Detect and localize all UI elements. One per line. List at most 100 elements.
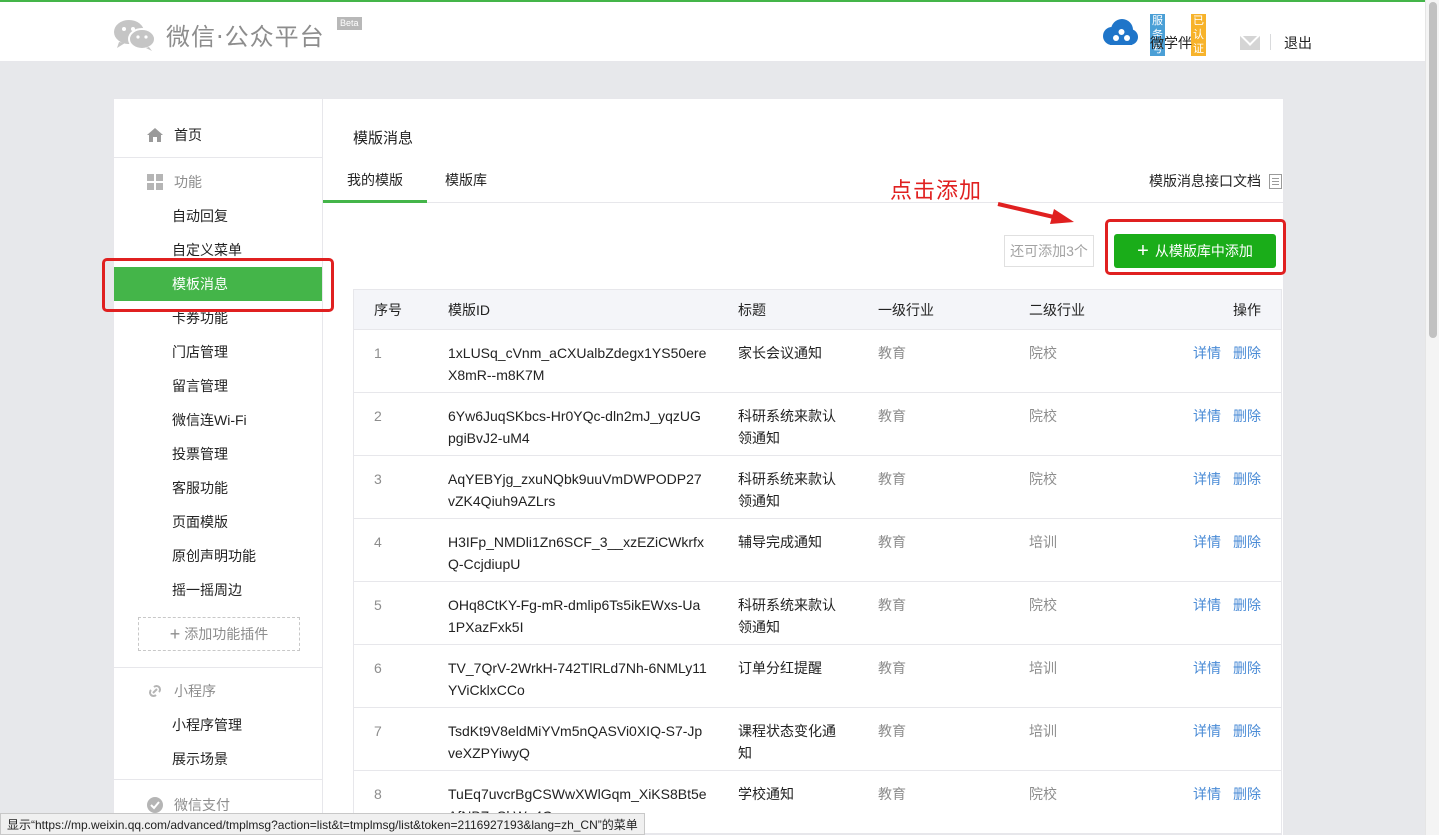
- sidebar-group-functions: 功能: [114, 166, 322, 198]
- link-icon: [146, 682, 164, 700]
- divider: [1270, 34, 1271, 50]
- table-body: 1 1xLUSq_cVnm_aCXUalbZdegx1YS50ereX8mR--m…: [354, 330, 1281, 834]
- cell-template-id: TsdKt9V8eldMiYVm5nQASVi0XIQ-S7-JpveXZPYi…: [448, 723, 703, 761]
- cell-industry1: 教育: [878, 408, 906, 424]
- logout-link[interactable]: 退出: [1284, 33, 1312, 53]
- scrollbar-thumb[interactable]: [1429, 2, 1437, 338]
- verified-badge: 已认证: [1191, 14, 1206, 56]
- sidebar-item-original-claim[interactable]: 原创声明功能: [114, 539, 322, 573]
- delete-link[interactable]: 删除: [1233, 408, 1261, 424]
- cell-title: 订单分红提醒: [738, 660, 822, 676]
- cell-no: 4: [374, 534, 382, 550]
- cell-industry1: 教育: [878, 345, 906, 361]
- cell-industry2: 培训: [1029, 534, 1057, 550]
- delete-link[interactable]: 删除: [1233, 534, 1261, 550]
- cell-industry2: 院校: [1029, 408, 1057, 424]
- cell-industry1: 教育: [878, 471, 906, 487]
- cell-template-id: AqYEBYjg_zxuNQbk9uuVmDWPODP27vZK4Qiuh9AZ…: [448, 471, 702, 509]
- account-name[interactable]: 微学伴: [1150, 33, 1192, 53]
- template-table: 序号 模版ID 标题 一级行业 二级行业 操作 1 1xLUSq_cVnm_aCX…: [353, 289, 1282, 835]
- sidebar-item-wifi[interactable]: 微信连Wi-Fi: [114, 403, 322, 437]
- detail-link[interactable]: 详情: [1193, 786, 1221, 802]
- sidebar-item-scenes[interactable]: 展示场景: [114, 742, 322, 776]
- cell-template-id: H3IFp_NMDli1Zn6SCF_3__xzEZiCWkrfxQ-Ccjdi…: [448, 534, 704, 572]
- cell-industry2: 院校: [1029, 786, 1057, 802]
- table-row: 1 1xLUSq_cVnm_aCXUalbZdegx1YS50ereX8mR--m…: [354, 330, 1281, 393]
- cell-industry2: 院校: [1029, 345, 1057, 361]
- sidebar-item-stores[interactable]: 门店管理: [114, 335, 322, 369]
- remaining-count: 还可添加3个: [1004, 235, 1094, 267]
- delete-link[interactable]: 删除: [1233, 723, 1261, 739]
- detail-link[interactable]: 详情: [1193, 723, 1221, 739]
- detail-link[interactable]: 详情: [1193, 471, 1221, 487]
- cell-no: 2: [374, 408, 382, 424]
- add-plugin-label: 添加功能插件: [184, 626, 269, 642]
- cell-industry2: 院校: [1029, 471, 1057, 487]
- cell-industry1: 教育: [878, 723, 906, 739]
- cell-actions: 详情 删除: [1181, 657, 1261, 679]
- cell-title: 科研系统来款认领通知: [738, 408, 836, 446]
- cell-title: 课程状态变化通知: [738, 723, 836, 761]
- cell-title: 家长会议通知: [738, 345, 822, 361]
- sidebar-group-label: 小程序: [174, 683, 216, 699]
- column-header-title: 标题: [738, 302, 766, 318]
- table-row: 3 AqYEBYjg_zxuNQbk9uuVmDWPODP27vZK4Qiuh9A…: [354, 456, 1281, 519]
- sidebar-item-page-templates[interactable]: 页面模版: [114, 505, 322, 539]
- add-plugin-button[interactable]: + 添加功能插件: [138, 617, 300, 651]
- detail-link[interactable]: 详情: [1193, 597, 1221, 613]
- table-header: 序号 模版ID 标题 一级行业 二级行业 操作: [354, 290, 1281, 330]
- delete-link[interactable]: 删除: [1233, 786, 1261, 802]
- table-row: 2 6Yw6JuqSKbcs-Hr0YQc-dln2mJ_yqzUGpgiBvJ2…: [354, 393, 1281, 456]
- sidebar-item-shake[interactable]: 摇一摇周边: [114, 573, 322, 607]
- cell-actions: 详情 删除: [1181, 531, 1261, 553]
- delete-link[interactable]: 删除: [1233, 471, 1261, 487]
- plus-icon: +: [169, 623, 181, 644]
- sidebar-item-auto-reply[interactable]: 自动回复: [114, 199, 322, 233]
- sidebar-item-home[interactable]: 首页: [114, 117, 322, 153]
- cell-template-id: TV_7QrV-2WrkH-742TlRLd7Nh-6NMLy11YViCklx…: [448, 660, 707, 698]
- cell-actions: 详情 删除: [1181, 594, 1261, 616]
- home-icon: [146, 126, 164, 144]
- delete-link[interactable]: 删除: [1233, 597, 1261, 613]
- scrollbar[interactable]: [1425, 0, 1439, 835]
- sidebar: 首页 功能 自动回复 自定义菜单 模板消息 卡券功能 门店管理 留言管理 微信连…: [114, 99, 323, 835]
- table-row: 5 OHq8CtKY-Fg-mR-dmlip6Ts5ikEWxs-Ua1PXazF…: [354, 582, 1281, 645]
- cell-template-id: 6Yw6JuqSKbcs-Hr0YQc-dln2mJ_yqzUGpgiBvJ2-…: [448, 408, 701, 446]
- detail-link[interactable]: 详情: [1193, 408, 1221, 424]
- annotation-box-add-button: [1105, 219, 1286, 275]
- cell-actions: 详情 删除: [1181, 720, 1261, 742]
- annotation-box-sidebar: [102, 258, 334, 312]
- delete-link[interactable]: 删除: [1233, 345, 1261, 361]
- cell-title: 辅导完成通知: [738, 534, 822, 550]
- sidebar-item-comments[interactable]: 留言管理: [114, 369, 322, 403]
- column-header-industry1: 一级行业: [878, 302, 934, 318]
- sidebar-group-miniprogram: 小程序: [114, 675, 322, 707]
- cell-template-id: 1xLUSq_cVnm_aCXUalbZdegx1YS50ereX8mR--m8…: [448, 345, 707, 383]
- beta-badge: Beta: [337, 17, 362, 30]
- sidebar-item-votes[interactable]: 投票管理: [114, 437, 322, 471]
- cell-industry1: 教育: [878, 786, 906, 802]
- tab-my-templates[interactable]: 我的模版: [323, 163, 427, 203]
- cell-industry2: 院校: [1029, 597, 1057, 613]
- detail-link[interactable]: 详情: [1193, 534, 1221, 550]
- mail-icon[interactable]: [1240, 36, 1260, 50]
- divider: [114, 667, 322, 668]
- divider: [114, 157, 322, 158]
- delete-link[interactable]: 删除: [1233, 660, 1261, 676]
- detail-link[interactable]: 详情: [1193, 345, 1221, 361]
- cell-title: 科研系统来款认领通知: [738, 597, 836, 635]
- sidebar-item-miniprogram-manage[interactable]: 小程序管理: [114, 708, 322, 742]
- cell-no: 1: [374, 345, 382, 361]
- sidebar-group-label: 功能: [174, 174, 202, 190]
- detail-link[interactable]: 详情: [1193, 660, 1221, 676]
- wechat-pay-icon: [146, 796, 164, 814]
- logo-text: 微信·公众平台: [166, 23, 325, 51]
- api-doc-link[interactable]: 模版消息接口文档: [1149, 171, 1282, 191]
- wechat-logo[interactable]: 微信·公众平台: [112, 17, 325, 52]
- cell-template-id: OHq8CtKY-Fg-mR-dmlip6Ts5ikEWxs-Ua1PXazFx…: [448, 597, 701, 635]
- document-icon: [1269, 173, 1282, 189]
- sidebar-item-customer-service[interactable]: 客服功能: [114, 471, 322, 505]
- tab-template-library[interactable]: 模版库: [427, 163, 505, 203]
- cell-no: 3: [374, 471, 382, 487]
- cell-actions: 详情 删除: [1181, 468, 1261, 490]
